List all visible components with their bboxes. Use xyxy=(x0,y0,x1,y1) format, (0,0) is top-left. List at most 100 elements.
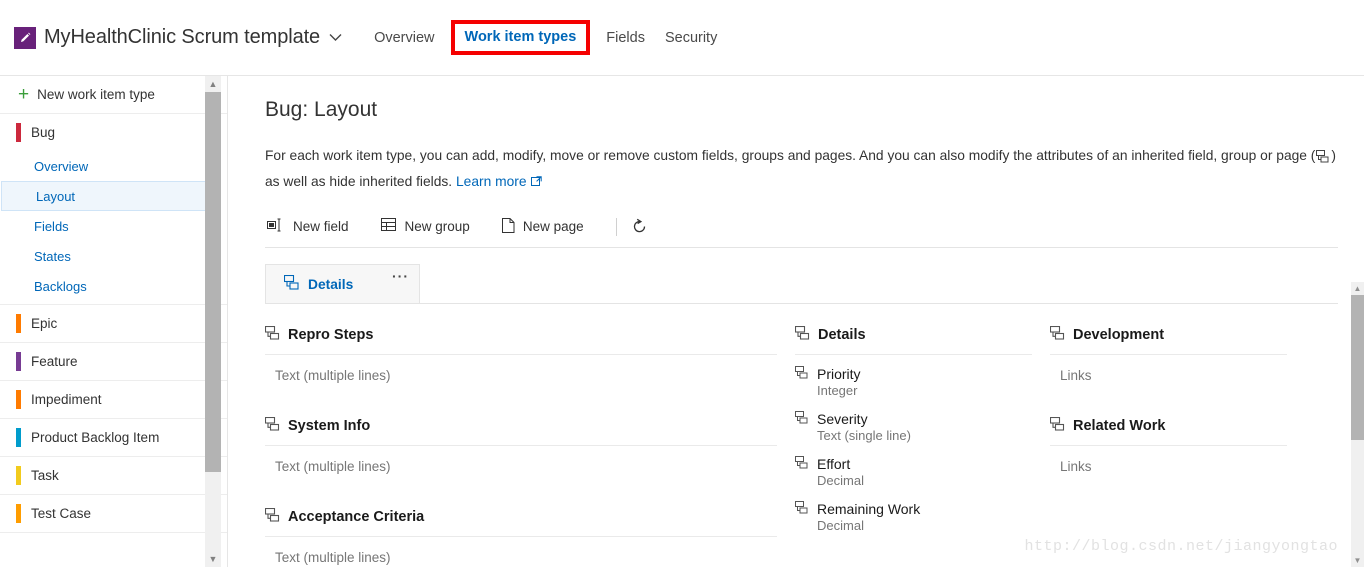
field-severity[interactable]: Severity Text (single line) xyxy=(795,411,1032,443)
group-title: Development xyxy=(1073,327,1165,343)
field-name-row: Priority xyxy=(795,366,1032,382)
new-page-icon xyxy=(501,217,515,236)
scrollbar-thumb[interactable] xyxy=(1351,295,1364,440)
field-label: Priority xyxy=(817,366,861,382)
group-body: Text (multiple lines) xyxy=(265,355,777,383)
tab-fields[interactable]: Fields xyxy=(596,24,655,52)
sidebar-item-impediment[interactable]: Impediment xyxy=(0,381,227,418)
field-type-label: Text (multiple lines) xyxy=(275,368,391,383)
top-header: MyHealthClinic Scrum template Overview W… xyxy=(0,0,1364,76)
work-item-type-group: Test Case xyxy=(0,495,227,533)
sidebar-item-product-backlog-item[interactable]: Product Backlog Item xyxy=(0,419,227,456)
group-title: Related Work xyxy=(1073,418,1166,434)
new-group-icon xyxy=(380,218,397,235)
layout-toolbar: New field New group New page xyxy=(265,208,1338,248)
field-type-label: Links xyxy=(1060,459,1092,474)
group-details[interactable]: Details Priority Integer Severity Text (… xyxy=(794,325,1032,533)
inherited-group-icon xyxy=(1316,147,1330,170)
tab-details-page[interactable]: Details ··· xyxy=(265,264,420,303)
group-body: Priority Integer Severity Text (single l… xyxy=(795,355,1032,533)
content-scrollbar[interactable]: ▲ ▼ xyxy=(1351,282,1364,567)
work-item-type-group: Product Backlog Item xyxy=(0,419,227,457)
main-content: Bug: Layout For each work item type, you… xyxy=(229,76,1364,567)
sidebar-item-bug-backlogs[interactable]: Backlogs xyxy=(0,271,221,301)
field-type-label: Links xyxy=(1060,368,1092,383)
scrollbar-thumb[interactable] xyxy=(205,92,221,472)
type-color-bar xyxy=(16,504,21,523)
type-color-bar xyxy=(16,314,21,333)
external-link-icon[interactable] xyxy=(530,171,542,194)
group-repro-steps[interactable]: Repro Steps Text (multiple lines) xyxy=(264,325,777,383)
new-group-button[interactable]: New group xyxy=(379,214,482,239)
group-header: Acceptance Criteria xyxy=(264,507,777,537)
group-title: Repro Steps xyxy=(288,327,374,343)
new-field-label: New field xyxy=(293,219,349,234)
group-title: System Info xyxy=(288,418,371,434)
field-remaining-work[interactable]: Remaining Work Decimal xyxy=(795,501,1032,533)
sidebar-item-test-case[interactable]: Test Case xyxy=(0,495,227,532)
field-label: Effort xyxy=(817,456,851,472)
layout-column-3: Development Links Related Work Links xyxy=(1049,325,1305,567)
group-system-info[interactable]: System Info Text (multiple lines) xyxy=(264,416,777,474)
sidebar-item-feature[interactable]: Feature xyxy=(0,343,227,380)
type-color-bar xyxy=(16,123,21,142)
sidebar-item-label: Bug xyxy=(31,125,56,140)
sidebar-item-label: Epic xyxy=(31,316,58,331)
group-body: Links xyxy=(1050,446,1287,474)
chevron-down-icon[interactable] xyxy=(329,33,342,42)
field-name-row: Effort xyxy=(795,456,1032,472)
new-field-icon xyxy=(267,218,285,235)
inherited-group-icon xyxy=(794,325,810,344)
sidebar-item-epic[interactable]: Epic xyxy=(0,305,227,342)
sidebar-item-bug-layout[interactable]: Layout xyxy=(1,181,221,211)
new-field-button[interactable]: New field xyxy=(265,214,361,239)
group-development[interactable]: Development Links xyxy=(1049,325,1287,383)
sidebar-item-bug[interactable]: Bug xyxy=(0,114,227,151)
tab-work-item-types[interactable]: Work item types xyxy=(461,28,581,47)
tab-details-label: Details xyxy=(308,276,354,292)
sidebar-scrollbar[interactable]: ▲ ▼ xyxy=(205,76,221,567)
field-effort[interactable]: Effort Decimal xyxy=(795,456,1032,488)
learn-more-link[interactable]: Learn more xyxy=(456,174,527,189)
group-related-work[interactable]: Related Work Links xyxy=(1049,416,1287,474)
page-title: MyHealthClinic Scrum template xyxy=(44,26,321,48)
chevron-down-icon[interactable]: ▼ xyxy=(1351,554,1364,567)
sidebar-item-bug-states[interactable]: States xyxy=(0,241,221,271)
inherited-group-icon xyxy=(264,416,280,435)
sidebar-item-bug-overview[interactable]: Overview xyxy=(0,151,221,181)
field-name-row: Remaining Work xyxy=(795,501,1032,517)
work-item-type-group: Bug Overview Layout Fields States Backlo… xyxy=(0,114,227,305)
new-work-item-type-button[interactable]: + New work item type xyxy=(0,76,227,114)
work-item-type-group: Task xyxy=(0,457,227,495)
group-header: Development xyxy=(1049,325,1287,355)
chevron-up-icon[interactable]: ▲ xyxy=(1351,282,1364,295)
work-item-type-group: Epic xyxy=(0,305,227,343)
description-text-part1: For each work item type, you can add, mo… xyxy=(265,148,1316,163)
group-header: System Info xyxy=(264,416,777,446)
sidebar-item-bug-fields[interactable]: Fields xyxy=(0,211,221,241)
group-acceptance-criteria[interactable]: Acceptance Criteria Text (multiple lines… xyxy=(264,507,777,565)
top-nav: Overview Work item types Fields Security xyxy=(364,20,727,55)
field-type-label: Decimal xyxy=(817,518,864,533)
work-item-type-group: Impediment xyxy=(0,381,227,419)
tab-overview[interactable]: Overview xyxy=(364,24,444,52)
inherited-group-icon xyxy=(1049,325,1065,344)
type-color-bar xyxy=(16,390,21,409)
bug-sub-nav: Overview Layout Fields States Backlogs xyxy=(0,151,227,304)
group-body: Text (multiple lines) xyxy=(265,446,777,474)
sidebar: + New work item type Bug Overview Layout… xyxy=(0,76,228,567)
ellipsis-icon[interactable]: ··· xyxy=(392,269,409,283)
sidebar-item-task[interactable]: Task xyxy=(0,457,227,494)
sidebar-item-label: Product Backlog Item xyxy=(31,430,160,445)
refresh-icon[interactable] xyxy=(631,218,648,235)
new-group-label: New group xyxy=(404,219,470,234)
chevron-down-icon[interactable]: ▼ xyxy=(205,551,221,567)
group-header: Repro Steps xyxy=(264,325,777,355)
new-page-button[interactable]: New page xyxy=(500,214,596,240)
tab-security[interactable]: Security xyxy=(655,24,727,52)
group-header: Related Work xyxy=(1049,416,1287,446)
group-header: Details xyxy=(794,325,1032,355)
chevron-up-icon[interactable]: ▲ xyxy=(205,76,221,92)
field-priority[interactable]: Priority Integer xyxy=(795,366,1032,398)
inherited-field-icon xyxy=(795,456,809,472)
